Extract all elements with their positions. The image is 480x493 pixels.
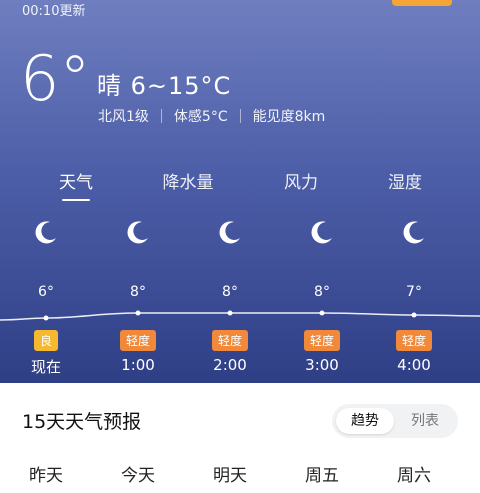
temp-point xyxy=(319,310,325,316)
view-toggle: 趋势 列表 xyxy=(332,404,458,438)
wind-stat: 北风1级 xyxy=(98,109,149,125)
metric-tabs: 天气 降水量 风力 湿度 xyxy=(0,168,480,208)
aqi-badge-3: 轻度 xyxy=(303,330,341,351)
current-condition: 晴 6~15°C xyxy=(97,72,232,100)
hour-temp-3: 8° xyxy=(314,284,330,300)
weather-header: 00:10更新 6° 晴 6~15°C 北风1级 体感5°C 能见度8km 天气… xyxy=(0,0,480,383)
stat-divider xyxy=(239,109,241,123)
tab-wind[interactable]: 风力 xyxy=(284,168,318,193)
temp-point xyxy=(135,310,141,316)
trend-toggle-button[interactable]: 趋势 xyxy=(336,408,394,434)
temperature-curve xyxy=(0,310,480,321)
temp-point xyxy=(227,310,233,316)
hour-temp-1: 8° xyxy=(130,284,146,300)
aqi-badge-4: 轻度 xyxy=(395,330,433,351)
moon-icon xyxy=(35,221,56,244)
moon-icon xyxy=(311,221,332,244)
forecast-panel: 15天天气预报 趋势 列表 昨天 今天 明天 周五 周六 xyxy=(0,383,480,493)
stat-divider xyxy=(160,109,162,123)
aqi-badge-2: 轻度 xyxy=(211,330,249,351)
corner-badge[interactable] xyxy=(392,0,452,6)
hour-temp-4: 7° xyxy=(406,284,422,300)
moon-icon xyxy=(127,221,148,244)
moon-icon xyxy=(403,221,424,244)
day-label-saturday[interactable]: 周六 xyxy=(397,461,431,486)
hour-label-1: 1:00 xyxy=(121,356,155,374)
hour-temp-0: 6° xyxy=(38,284,54,300)
hour-label-3: 3:00 xyxy=(305,356,339,374)
tab-weather[interactable]: 天气 xyxy=(59,168,93,193)
day-label-today[interactable]: 今天 xyxy=(121,461,155,486)
weather-stats: 北风1级 体感5°C 能见度8km xyxy=(98,106,325,126)
day-label-yesterday[interactable]: 昨天 xyxy=(29,461,63,486)
day-label-friday[interactable]: 周五 xyxy=(305,461,339,486)
hour-label-2: 2:00 xyxy=(213,356,247,374)
aqi-badge-1: 轻度 xyxy=(119,330,157,351)
feels-like-stat: 体感5°C xyxy=(173,109,228,125)
visibility-stat: 能见度8km xyxy=(252,109,326,125)
forecast-title: 15天天气预报 xyxy=(22,411,142,433)
list-toggle-button[interactable]: 列表 xyxy=(396,408,454,434)
hour-label-0: 现在 xyxy=(30,358,62,376)
current-temperature: 6° xyxy=(20,42,91,115)
tab-humidity[interactable]: 湿度 xyxy=(388,168,422,193)
active-tab-indicator xyxy=(62,199,90,201)
tab-precipitation[interactable]: 降水量 xyxy=(163,168,214,193)
day-label-tomorrow[interactable]: 明天 xyxy=(213,461,247,486)
temp-point xyxy=(411,312,417,318)
hour-temp-2: 8° xyxy=(222,284,238,300)
moon-icon xyxy=(219,221,240,244)
update-time: 00:10更新 xyxy=(22,4,86,19)
hour-label-4: 4:00 xyxy=(397,356,431,374)
temp-point xyxy=(43,315,49,321)
aqi-badge-0: 良 xyxy=(33,330,59,351)
